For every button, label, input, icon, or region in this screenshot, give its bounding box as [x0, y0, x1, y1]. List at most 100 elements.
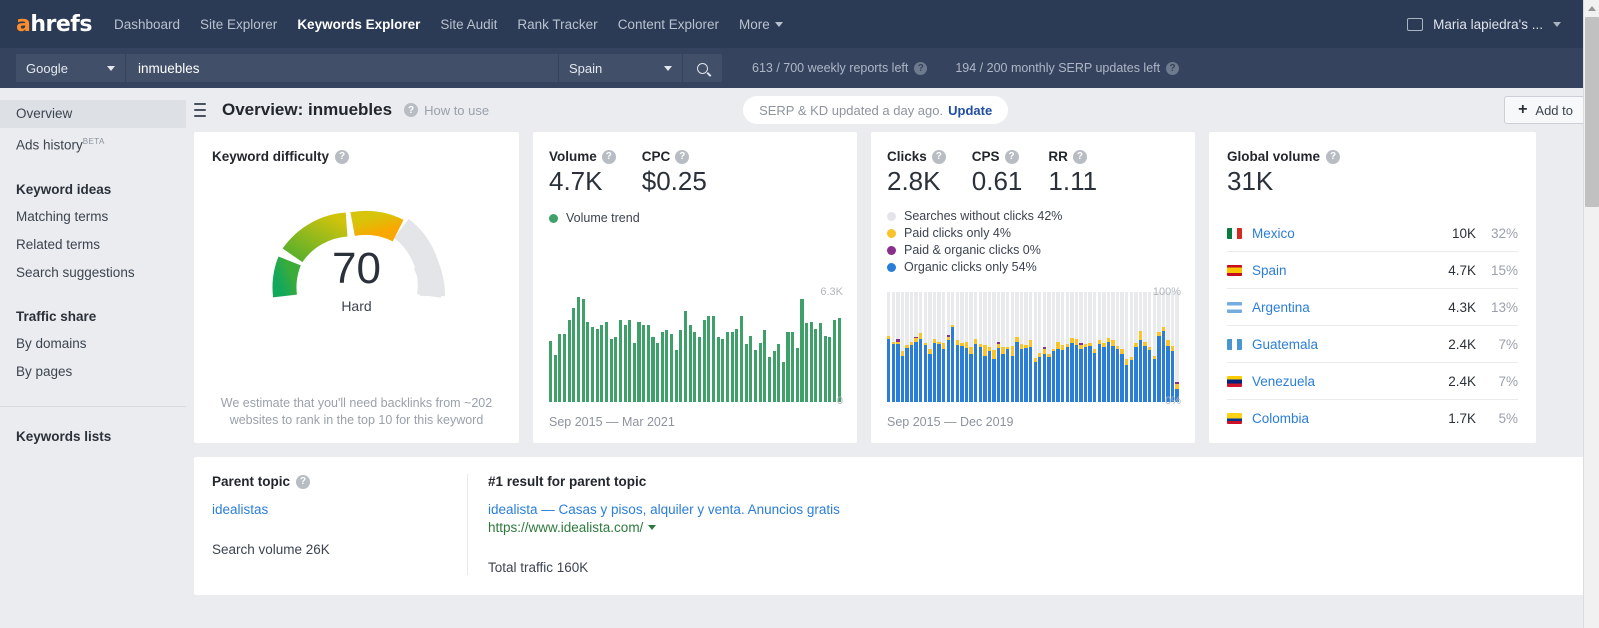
- top-result-heading: #1 result for parent topic: [488, 474, 647, 489]
- quota-group: 613 / 700 weekly reports left ? 194 / 20…: [752, 61, 1180, 75]
- search-button[interactable]: [682, 54, 722, 82]
- volume-bar: [767, 356, 771, 402]
- clicks-bar: [946, 292, 950, 402]
- scrollbar-thumb[interactable]: [1585, 17, 1599, 207]
- add-to-button[interactable]: + Add to: [1504, 96, 1587, 124]
- kd-difficulty-label: Hard: [341, 298, 372, 314]
- chevron-down-icon: [664, 65, 672, 71]
- help-icon[interactable]: ?: [1166, 61, 1180, 75]
- serp-update-link[interactable]: Update: [948, 103, 992, 118]
- clicks-bar: [1074, 292, 1079, 402]
- help-icon[interactable]: ?: [296, 474, 311, 489]
- paid-segment: [1028, 340, 1033, 347]
- global-volume-country[interactable]: Mexico: [1252, 226, 1295, 241]
- sidebar-item-matching-terms[interactable]: Matching terms: [0, 203, 186, 231]
- nav-rank-tracker[interactable]: Rank Tracker: [517, 17, 597, 32]
- top-result-url[interactable]: https://www.idealista.com/: [488, 520, 1569, 535]
- global-volume-country[interactable]: Colombia: [1252, 411, 1309, 426]
- clicks-metrics: Clicks ? 2.8K CPS ? 0.61 RR ? 1.11: [887, 149, 1179, 197]
- top-result-title[interactable]: idealista — Casas y pisos, alquiler y ve…: [488, 502, 1569, 517]
- volume-bar: [581, 298, 585, 402]
- organic-segment: [909, 344, 914, 402]
- clicks-label: Clicks: [887, 149, 927, 164]
- how-to-use-link[interactable]: ? How to use: [404, 103, 489, 118]
- ads-history-label: Ads history: [16, 137, 83, 153]
- clicks-bar: [941, 292, 946, 402]
- nav-site-audit[interactable]: Site Audit: [440, 17, 497, 32]
- organic-segment: [973, 343, 978, 402]
- clicks-bar: [1010, 292, 1014, 402]
- clicks-bar: [1152, 292, 1156, 402]
- global-volume-country[interactable]: Spain: [1252, 263, 1287, 278]
- search-engine-select[interactable]: Google: [16, 54, 126, 82]
- volume-bar: [553, 354, 557, 402]
- organic-segment: [932, 342, 937, 402]
- clicks-bar: [1138, 292, 1143, 402]
- organic-segment: [996, 348, 1001, 402]
- organic-segment: [1028, 347, 1033, 402]
- global-volume-country[interactable]: Guatemala: [1252, 337, 1318, 352]
- clicks-bar: [1042, 292, 1047, 402]
- nav-more[interactable]: More: [739, 17, 783, 32]
- clicks-bar: [983, 292, 987, 402]
- organic-segment: [1070, 342, 1074, 402]
- kd-card-title: Keyword difficulty ?: [212, 149, 501, 164]
- account-name[interactable]: Maria lapiedra's ...: [1433, 17, 1543, 32]
- volume-bar: [800, 298, 804, 402]
- nav-dashboard[interactable]: Dashboard: [114, 17, 180, 32]
- metric-cards-row: Keyword difficulty ? 70 Hard We estimate…: [186, 132, 1599, 443]
- sidebar-item-by-domains[interactable]: By domains: [0, 330, 186, 358]
- country-select[interactable]: Spain: [558, 54, 682, 82]
- nav-keywords-explorer[interactable]: Keywords Explorer: [297, 17, 420, 32]
- serp-updates-quota: 194 / 200 monthly SERP updates left ?: [955, 61, 1180, 75]
- organic-segment: [1147, 350, 1152, 402]
- kd-note: We estimate that you'll need backlinks f…: [220, 396, 493, 427]
- rr-label: RR: [1048, 149, 1068, 164]
- page-scrollbar[interactable]: [1583, 0, 1599, 628]
- clicks-card: Clicks ? 2.8K CPS ? 0.61 RR ? 1.11 Searc…: [871, 132, 1195, 443]
- volume-bar: [698, 337, 702, 402]
- volume-bar: [781, 361, 785, 402]
- global-volume-country[interactable]: Venezuela: [1252, 374, 1315, 389]
- chevron-down-icon[interactable]: [648, 525, 657, 530]
- help-icon[interactable]: ?: [1072, 149, 1087, 164]
- nav-content-explorer[interactable]: Content Explorer: [618, 17, 719, 32]
- legend-label: Paid & organic clicks 0%: [904, 243, 1041, 257]
- monitor-icon[interactable]: [1407, 17, 1424, 31]
- sidebar-item-overview[interactable]: Overview: [0, 100, 186, 128]
- organic-segment: [960, 345, 964, 402]
- volume-bar: [772, 351, 776, 402]
- legend-color-dot: [887, 262, 896, 272]
- sidebar-item-related-terms[interactable]: Related terms: [0, 231, 186, 259]
- chevron-down-icon[interactable]: [1553, 21, 1561, 27]
- nav-site-explorer[interactable]: Site Explorer: [200, 17, 277, 32]
- help-icon[interactable]: ?: [601, 149, 616, 164]
- hamburger-icon[interactable]: [190, 99, 210, 121]
- global-volume-percent: 5%: [1498, 411, 1518, 426]
- sidebar-item-search-suggestions[interactable]: Search suggestions: [0, 259, 186, 287]
- sidebar-item-ads-history[interactable]: Ads historyBETA: [0, 128, 186, 160]
- parent-topic-link[interactable]: idealistas: [212, 502, 467, 517]
- volume-value: 4.7K: [549, 166, 603, 196]
- sidebar-item-by-pages[interactable]: By pages: [0, 358, 186, 386]
- keyword-input[interactable]: [126, 54, 558, 82]
- help-icon[interactable]: ?: [675, 149, 690, 164]
- scroll-up-arrow-icon[interactable]: [1584, 0, 1599, 17]
- clicks-bar: [1056, 292, 1060, 402]
- help-icon[interactable]: ?: [931, 149, 946, 164]
- spain-flag: [1227, 264, 1242, 276]
- help-icon[interactable]: ?: [1004, 149, 1019, 164]
- volume-axis-min: 0: [836, 395, 843, 407]
- help-icon[interactable]: ?: [335, 149, 350, 164]
- legend-item: Paid & organic clicks 0%: [887, 243, 1179, 257]
- help-icon[interactable]: ?: [1326, 149, 1341, 164]
- help-icon[interactable]: ?: [914, 61, 928, 75]
- volume-bars: [549, 292, 841, 402]
- ahrefs-logo[interactable]: ahrefs: [16, 12, 92, 37]
- global-volume-country[interactable]: Argentina: [1252, 300, 1310, 315]
- clicks-bar: [1051, 292, 1056, 402]
- clicks-bar: [1143, 292, 1147, 402]
- app-root: ahrefs Dashboard Site Explorer Keywords …: [0, 0, 1599, 628]
- plus-icon: +: [1518, 101, 1528, 118]
- volume-bar: [558, 333, 562, 402]
